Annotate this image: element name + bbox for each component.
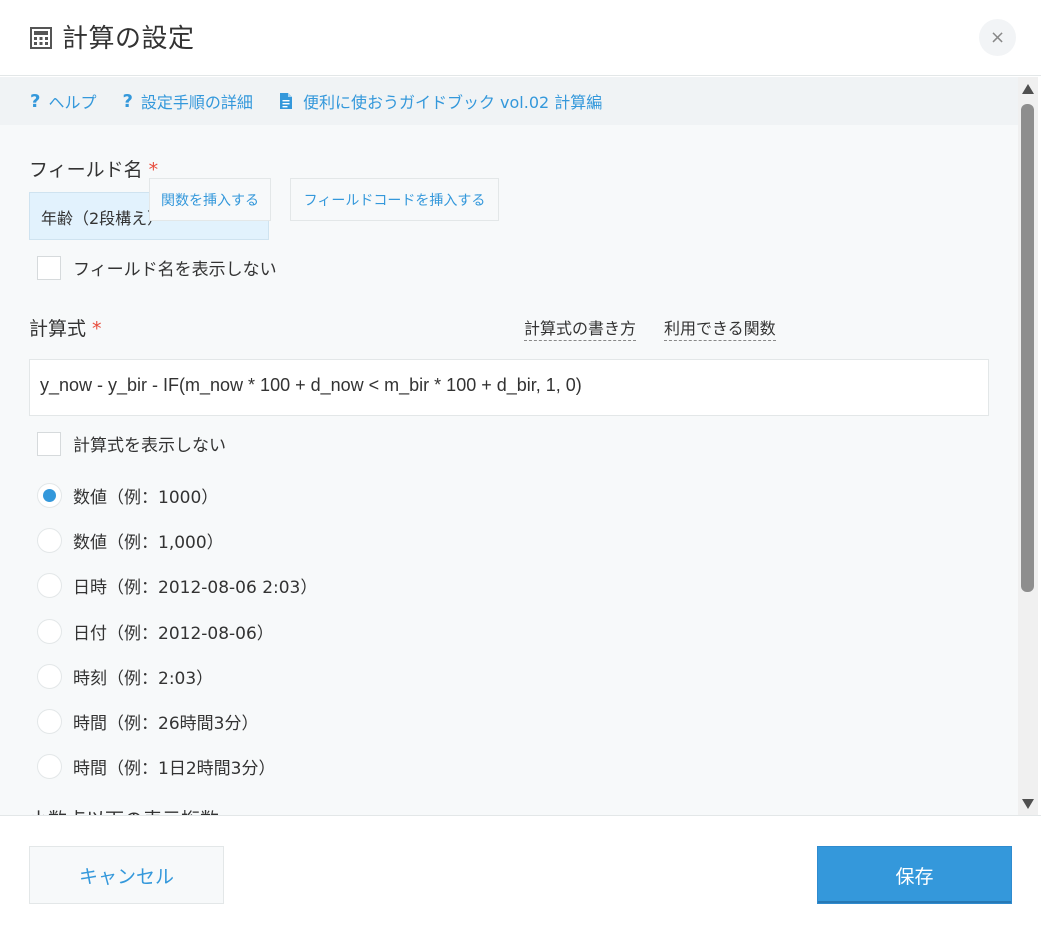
format-option-label: 時間（例：1日2時間3分） bbox=[73, 759, 276, 779]
decimal-places-label: 小数点以下の表示桁数 bbox=[29, 805, 219, 815]
format-option[interactable]: 時間（例：1日2時間3分） bbox=[37, 754, 275, 779]
help-links-bar: ? ヘルプ ? 設定手順の詳細 便利に使おうガイドブック vol.02 計算編 bbox=[0, 77, 1018, 125]
hide-field-name-checkbox[interactable] bbox=[37, 255, 61, 280]
format-radio[interactable] bbox=[37, 709, 62, 734]
format-option[interactable]: 数値（例：1000） bbox=[37, 483, 218, 508]
question-icon: ? bbox=[30, 90, 41, 112]
insert-field-code-button[interactable]: フィールドコードを挿入する bbox=[290, 178, 499, 221]
hide-field-name-option[interactable]: フィールド名を表示しない bbox=[37, 255, 277, 280]
format-radio[interactable] bbox=[37, 754, 62, 779]
hide-field-name-label: フィールド名を表示しない bbox=[73, 260, 277, 280]
formula-input[interactable]: y_now - y_bir - IF(m_now * 100 + d_now <… bbox=[29, 359, 989, 416]
dialog-footer: キャンセル 保存 bbox=[0, 815, 1041, 932]
hide-formula-label: 計算式を表示しない bbox=[73, 436, 226, 456]
setup-details-link-label: 設定手順の詳細 bbox=[140, 93, 253, 112]
format-option[interactable]: 数値（例：1,000） bbox=[37, 528, 224, 553]
guidebook-link[interactable]: 便利に使おうガイドブック vol.02 計算編 bbox=[279, 89, 602, 113]
dialog-title-group: 計算の設定 bbox=[30, 18, 195, 55]
format-radio-selected[interactable] bbox=[37, 483, 62, 508]
scroll-up-arrow-icon[interactable] bbox=[1022, 84, 1034, 94]
format-option-label: 数値（例：1,000） bbox=[73, 533, 224, 553]
format-option-label: 時間（例：26時間3分） bbox=[73, 714, 259, 734]
available-functions-link[interactable]: 利用できる関数 bbox=[664, 315, 776, 341]
dialog-header: 計算の設定 × bbox=[0, 0, 1041, 76]
dialog-content: フィールド名 * 年齢（2段構え） フィールド名を表示しない 計算式 * 関数を挿入… bbox=[0, 125, 1018, 815]
hide-formula-checkbox[interactable] bbox=[37, 431, 61, 456]
document-icon bbox=[279, 93, 292, 109]
insert-function-button[interactable]: 関数を挿入する bbox=[149, 178, 271, 221]
close-icon: × bbox=[989, 27, 1006, 48]
formula-how-to-link[interactable]: 計算式の書き方 bbox=[524, 315, 637, 341]
calculation-settings-dialog: 計算の設定 × ? ヘルプ ? 設定手順の詳細 便利に使おうガイドブック vol… bbox=[0, 0, 1041, 932]
close-button[interactable]: × bbox=[979, 19, 1016, 56]
required-mark: * bbox=[92, 318, 102, 340]
setup-details-link[interactable]: ? 設定手順の詳細 bbox=[122, 89, 252, 113]
calculator-icon bbox=[30, 27, 52, 49]
scroll-down-arrow-icon[interactable] bbox=[1022, 799, 1034, 809]
scroll-thumb[interactable] bbox=[1021, 104, 1034, 592]
help-link[interactable]: ? ヘルプ bbox=[30, 89, 96, 113]
format-option[interactable]: 日時（例：2012-08-06 2:03） bbox=[37, 573, 317, 598]
format-option-label: 時刻（例：2:03） bbox=[73, 669, 214, 689]
format-radio[interactable] bbox=[37, 664, 62, 689]
guidebook-link-label: 便利に使おうガイドブック vol.02 計算編 bbox=[302, 93, 603, 112]
hide-formula-option[interactable]: 計算式を表示しない bbox=[37, 431, 226, 456]
format-option[interactable]: 日付（例：2012-08-06） bbox=[37, 619, 274, 644]
formula-label-text: 計算式 bbox=[29, 318, 87, 340]
format-radio[interactable] bbox=[37, 573, 62, 598]
formula-label: 計算式 * bbox=[29, 314, 102, 341]
format-radio[interactable] bbox=[37, 528, 62, 553]
dialog-title: 計算の設定 bbox=[62, 24, 195, 54]
format-option-label: 数値（例：1000） bbox=[73, 488, 219, 508]
help-link-label: ヘルプ bbox=[48, 93, 97, 112]
save-button[interactable]: 保存 bbox=[817, 846, 1012, 904]
cancel-button[interactable]: キャンセル bbox=[29, 846, 224, 904]
format-radio[interactable] bbox=[37, 619, 62, 644]
format-option[interactable]: 時間（例：26時間3分） bbox=[37, 709, 258, 734]
format-option-label: 日時（例：2012-08-06 2:03） bbox=[73, 578, 318, 598]
format-option-label: 日付（例：2012-08-06） bbox=[73, 624, 274, 644]
content-scrollbar[interactable] bbox=[1018, 77, 1038, 815]
format-option[interactable]: 時刻（例：2:03） bbox=[37, 664, 213, 689]
question-icon: ? bbox=[122, 90, 133, 112]
field-name-label-text: フィールド名 bbox=[29, 159, 143, 181]
field-name-label: フィールド名 * bbox=[29, 155, 158, 182]
